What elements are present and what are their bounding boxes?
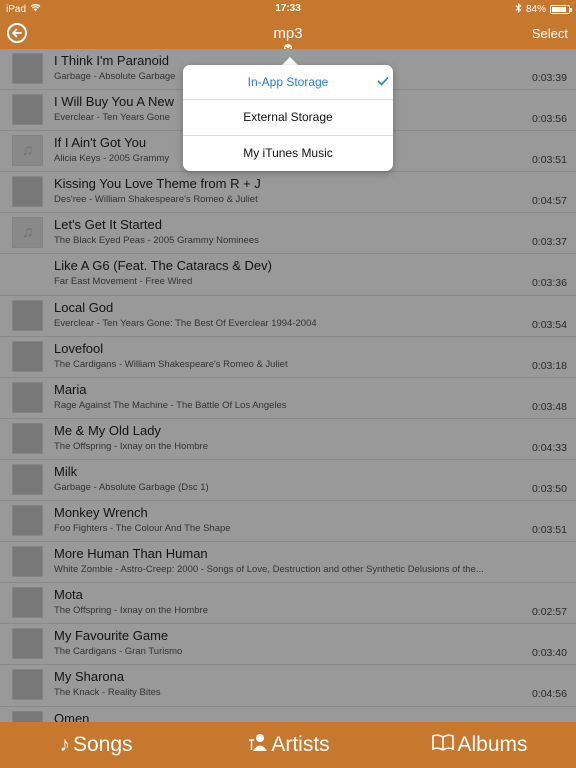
battery-percent: 84% [525, 4, 546, 15]
tab-artists[interactable]: Artists [192, 722, 384, 768]
menu-item-label: In-App Storage [247, 75, 329, 89]
battery-icon [550, 5, 572, 14]
tab-songs[interactable]: ♪ Songs [0, 722, 192, 768]
status-bar: iPad 17:33 84% [0, 0, 576, 17]
menu-item-in-app-storage[interactable]: In-App Storage [183, 65, 393, 101]
status-time: 17:33 [275, 3, 301, 14]
menu-item-label: My iTunes Music [243, 145, 333, 160]
select-button[interactable]: Select [532, 26, 568, 41]
folder-title[interactable]: mp3 [0, 25, 576, 42]
tab-label: Songs [72, 733, 133, 756]
menu-item-label: External Storage [243, 110, 333, 125]
menu-item-external-storage[interactable]: External Storage [183, 100, 393, 136]
book-icon [432, 733, 455, 757]
menu-item-itunes-music[interactable]: My iTunes Music [183, 136, 393, 171]
tab-albums[interactable]: Albums [384, 722, 576, 768]
tab-label: Albums [457, 733, 528, 756]
navigation-bar: mp3 Select [0, 17, 576, 52]
artist-icon [246, 732, 268, 758]
bluetooth-icon [515, 2, 522, 16]
checkmark-icon [377, 76, 389, 86]
tab-bar: ♪ Songs Artists Albums [0, 722, 576, 768]
music-note-icon: ♪ [59, 733, 70, 756]
storage-popover: In-App Storage External Storage My iTune… [183, 65, 393, 171]
tab-label: Artists [271, 733, 330, 756]
